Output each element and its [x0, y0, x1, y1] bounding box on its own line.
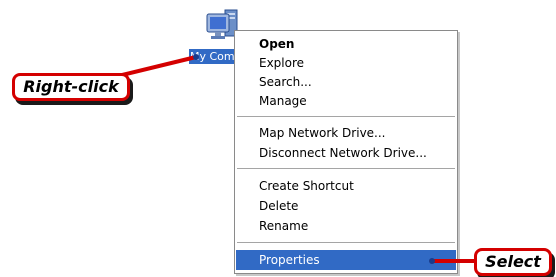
menu-item-map-network-drive[interactable]: Map Network Drive...: [236, 123, 456, 143]
menu-item-manage[interactable]: Manage: [236, 91, 456, 111]
menu-separator: [237, 242, 455, 243]
menu-separator: [237, 116, 455, 117]
right-click-pointer-line: [117, 55, 197, 78]
menu-item-disconnect-network-drive[interactable]: Disconnect Network Drive...: [236, 143, 456, 163]
menu-item-search[interactable]: Search...: [236, 72, 456, 92]
menu-item-delete[interactable]: Delete: [236, 196, 456, 216]
menu-item-properties[interactable]: Properties: [236, 250, 456, 270]
menu-item-open[interactable]: Open: [236, 34, 456, 54]
menu-item-rename[interactable]: Rename: [236, 216, 456, 236]
context-menu: Open Explore Search... Manage Map Networ…: [234, 30, 458, 274]
select-callout: Select: [474, 248, 552, 276]
menu-item-explore[interactable]: Explore: [236, 53, 456, 73]
menu-separator: [237, 168, 455, 169]
right-click-callout: Right-click: [12, 73, 130, 101]
menu-item-create-shortcut[interactable]: Create Shortcut: [236, 176, 456, 196]
